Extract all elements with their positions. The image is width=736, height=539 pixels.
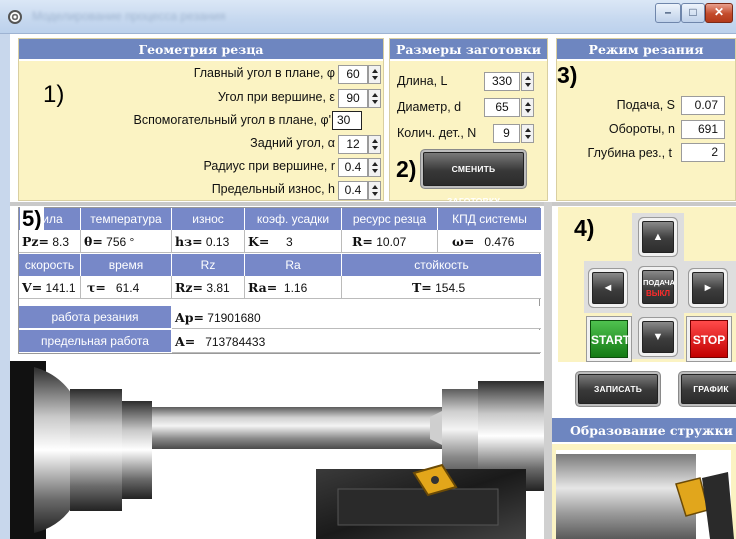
move-left-button[interactable]: ◄ (592, 272, 624, 304)
move-down-button[interactable]: ▼ (642, 321, 674, 353)
geometry-marker: 1) (43, 81, 65, 108)
stop-button[interactable]: STOP (690, 320, 728, 358)
main-angle-spinner[interactable] (368, 65, 381, 84)
geometry-header: Геометрия резца (19, 39, 383, 61)
lathe-visualization (10, 361, 544, 539)
part-count-spinner[interactable] (521, 124, 534, 143)
rpm-label: Обороты, n (608, 122, 675, 136)
minimize-button[interactable]: – (655, 3, 681, 23)
value-efficiency: ω= 0.476 (438, 230, 541, 253)
value-durability: T= 154.5 (342, 276, 541, 299)
header-speed: скорость (19, 254, 81, 276)
tip-radius-label: Радиус при вершине, r (203, 159, 335, 173)
value-shrink-coef: K= 3 (245, 230, 342, 253)
value-temperature: θ= 756 ° (81, 230, 172, 253)
value-tool-life: R= 10.07 (342, 230, 438, 253)
length-field[interactable]: 330 (484, 72, 520, 91)
header-shrink-coef: коэф. усадки (245, 208, 342, 230)
tip-angle-field[interactable]: 90 (338, 89, 368, 108)
value-force: Pz= 8.3 (19, 230, 81, 253)
wear-limit-field[interactable]: 0.4 (338, 181, 368, 200)
feed-field[interactable]: 0.07 (681, 96, 725, 115)
feed-toggle-button[interactable]: ПОДАЧА ВЫКЛ (642, 270, 675, 304)
workpiece-panel: Размеры заготовки Длина, L 330 Диаметр, … (389, 38, 548, 206)
change-workpiece-button[interactable]: СМЕНИТЬ ЗАГОТОВКУ (423, 152, 524, 206)
geometry-panel: Геометрия резца 1) Главный угол в плане,… (18, 38, 384, 201)
value-ra: Ra= 1.16 (245, 276, 342, 299)
feed-state: ВЫКЛ (645, 289, 671, 298)
depth-field[interactable]: 2 (681, 143, 725, 162)
header-wear: износ (172, 208, 245, 230)
maximize-button[interactable]: □ (681, 3, 705, 23)
tip-radius-spinner[interactable] (368, 158, 381, 177)
control-pad: 4) ▲ ◄ ПОДАЧА ВЫКЛ ► ▼ START STOP (558, 207, 736, 362)
cutting-mode-panel: Режим резания 3) Подача, S 0.07 Обороты,… (556, 38, 736, 201)
cutting-work-label: работа резания (19, 306, 172, 328)
tip-radius-field[interactable]: 0.4 (338, 158, 368, 177)
move-up-button[interactable]: ▲ (642, 221, 674, 253)
tip-angle-label: Угол при вершине, ε (217, 90, 335, 104)
cutting-mode-marker: 3) (557, 62, 578, 88)
diameter-label: Диаметр, d (397, 100, 462, 114)
controls-marker: 4) (574, 215, 595, 241)
header-ra: Ra (245, 254, 342, 276)
close-button[interactable]: ✕ (705, 3, 733, 23)
chip-workpiece-shape (556, 454, 696, 539)
main-angle-label: Главный угол в плане, φ (193, 66, 335, 80)
aux-angle-field[interactable]: 30 (332, 111, 362, 130)
tip-angle-spinner[interactable] (368, 89, 381, 108)
part-count-field[interactable]: 9 (493, 124, 520, 143)
header-tool-life: ресурс резца (342, 208, 438, 230)
start-button[interactable]: START (590, 320, 630, 358)
clearance-angle-label: Задний угол, α (250, 136, 335, 150)
length-spinner[interactable] (521, 72, 534, 91)
chip-formation-header: Образование стружки (552, 418, 736, 444)
workpiece-shape (152, 407, 442, 449)
limit-work-label: предельная работа (19, 330, 172, 352)
graph-button[interactable]: ГРАФИК (681, 374, 736, 404)
value-speed: V= 141.1 (19, 276, 81, 299)
value-wear: hз= 0.13 (172, 230, 245, 253)
vertical-divider (544, 202, 552, 539)
workpiece-marker: 2) (396, 156, 417, 182)
window-titlebar: Моделирование процесса резания – □ ✕ (0, 0, 736, 34)
feed-label: Подача, S (616, 98, 675, 112)
cutting-work-value: Ap= 71901680 (172, 306, 541, 329)
diameter-spinner[interactable] (521, 98, 534, 117)
header-temperature: температура (81, 208, 172, 230)
feed-label: ПОДАЧА (643, 278, 675, 287)
header-durability: стойкость (342, 254, 541, 276)
value-time: τ= 61.4 (81, 276, 172, 299)
diameter-field[interactable]: 65 (484, 98, 520, 117)
workpiece-header: Размеры заготовки (390, 39, 547, 61)
results-table: сила температура износ коэф. усадки ресу… (18, 206, 541, 354)
clearance-angle-field[interactable]: 12 (338, 135, 368, 154)
clearance-angle-spinner[interactable] (368, 135, 381, 154)
horizontal-divider (10, 202, 736, 206)
window-title: Моделирование процесса резания (32, 9, 226, 23)
cutting-mode-header: Режим резания (557, 39, 735, 61)
move-right-button[interactable]: ► (692, 272, 724, 304)
aux-angle-label: Вспомогательный угол в плане, φ' (133, 113, 332, 127)
header-rz: Rz (172, 254, 245, 276)
limit-work-value: A= 713784433 (172, 330, 541, 353)
chip-formation-panel: Образование стружки (552, 418, 736, 539)
chip-formation-view (556, 450, 734, 539)
app-gear-icon (8, 10, 22, 24)
length-label: Длина, L (397, 74, 448, 88)
header-efficiency: КПД системы (438, 208, 541, 230)
wear-limit-spinner[interactable] (368, 181, 381, 200)
main-angle-field[interactable]: 60 (338, 65, 368, 84)
part-count-label: Колич. дет., N (397, 126, 477, 140)
header-time: время (81, 254, 172, 276)
value-rz: Rz= 3.81 (172, 276, 245, 299)
results-marker: 5) (20, 206, 44, 232)
rpm-field[interactable]: 691 (681, 120, 725, 139)
wear-limit-label: Предельный износ, h (211, 182, 335, 196)
window-left-border (0, 34, 10, 539)
record-button[interactable]: ЗАПИСАТЬ (578, 374, 658, 404)
chuck-body-shape (70, 389, 122, 511)
depth-label: Глубина рез., t (587, 146, 672, 160)
